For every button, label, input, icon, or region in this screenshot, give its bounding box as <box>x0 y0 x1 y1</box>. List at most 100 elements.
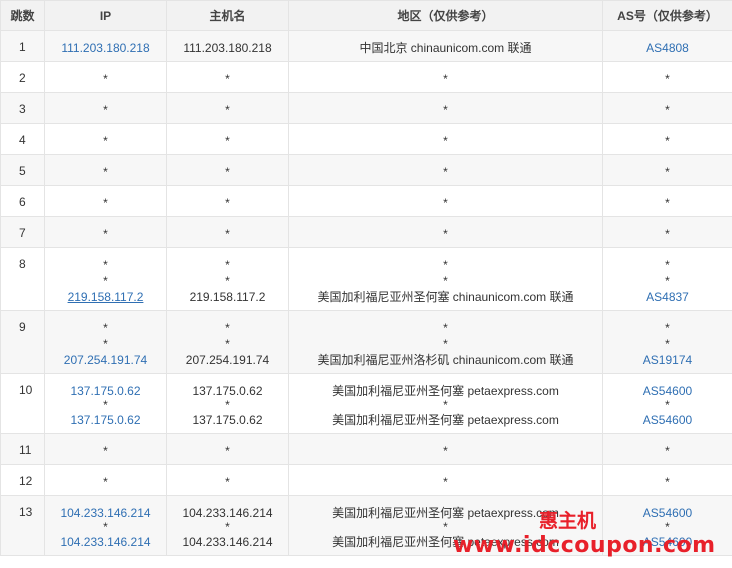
ip-cell: * <box>44 92 167 124</box>
ip-cell: * * 207.254.191.74 <box>44 310 167 374</box>
as-number-cell: * <box>602 92 732 124</box>
timeout-marker: * <box>665 227 670 241</box>
timeout-marker: * <box>665 165 670 179</box>
region-text: 中国北京 chinaunicom.com 联通 <box>359 41 532 55</box>
as-number-cell: * <box>602 216 732 248</box>
timeout-marker: * <box>443 444 448 458</box>
as-number-link[interactable]: AS54600 <box>603 505 732 521</box>
as-number-cell: AS54600 * AS54600 <box>602 373 732 434</box>
timeout-marker: * <box>103 321 108 335</box>
timeout-marker: * <box>103 72 108 86</box>
timeout-marker: * <box>443 103 448 117</box>
table-row: 5 * * * * <box>0 154 732 186</box>
timeout-marker: * <box>225 196 230 210</box>
as-number-link[interactable]: AS54600 <box>603 412 732 428</box>
hop-number: 7 <box>0 216 45 248</box>
ip-link[interactable]: 207.254.191.74 <box>45 352 166 368</box>
region-cell: * <box>288 433 603 465</box>
as-number-cell: * <box>602 123 732 155</box>
region-cell: * <box>288 123 603 155</box>
timeout-marker: * <box>103 165 108 179</box>
timeout-marker: * <box>443 134 448 148</box>
timeout-marker: * <box>665 274 670 288</box>
timeout-marker: * <box>443 321 448 335</box>
as-number-link[interactable]: AS19174 <box>603 352 732 368</box>
as-number-cell: * * AS4837 <box>602 247 732 311</box>
table-row: 4 * * * * <box>0 123 732 155</box>
host-text: 104.233.146.214 <box>182 506 273 520</box>
timeout-marker: * <box>665 398 670 412</box>
ip-link[interactable]: 219.158.117.2 <box>45 289 166 305</box>
timeout-marker: * <box>443 337 448 351</box>
region-cell: * <box>288 92 603 124</box>
as-number-link[interactable]: AS54600 <box>603 383 732 399</box>
as-number-cell: AS4808 <box>602 30 732 62</box>
region-text: 美国加利福尼亚州圣何塞 petaexpress.com <box>332 413 559 427</box>
as-number-link[interactable]: AS4808 <box>603 40 732 56</box>
hop-number: 1 <box>0 30 45 62</box>
hostname-cell: * <box>166 61 289 93</box>
region-cell: 中国北京 chinaunicom.com 联通 <box>288 30 603 62</box>
timeout-marker: * <box>225 103 230 117</box>
timeout-marker: * <box>103 398 108 412</box>
table-row: 11 * * * * <box>0 433 732 465</box>
column-header-ip: IP <box>44 0 167 31</box>
table-header-row: 跳数 IP 主机名 地区（仅供参考） AS号（仅供参考） <box>0 0 732 31</box>
region-text: 美国加利福尼亚州圣何塞 chinaunicom.com 联通 <box>317 290 574 304</box>
ip-link[interactable]: 137.175.0.62 <box>45 383 166 399</box>
timeout-marker: * <box>103 103 108 117</box>
timeout-marker: * <box>443 398 448 412</box>
ip-link[interactable]: 104.233.146.214 <box>45 505 166 521</box>
table-row: 10 137.175.0.62 * 137.175.0.62 137.175.0.62 *… <box>0 373 732 434</box>
timeout-marker: * <box>225 274 230 288</box>
ip-cell: * <box>44 61 167 93</box>
timeout-marker: * <box>103 134 108 148</box>
hop-number: 4 <box>0 123 45 155</box>
table-body: 1 111.203.180.218 111.203.180.218 中国北京 chin… <box>0 30 732 556</box>
timeout-marker: * <box>665 72 670 86</box>
ip-link[interactable]: 111.203.180.218 <box>45 40 166 56</box>
column-header-hop: 跳数 <box>0 0 45 31</box>
timeout-marker: * <box>225 475 230 489</box>
hostname-cell: 111.203.180.218 <box>166 30 289 62</box>
timeout-marker: * <box>103 258 108 272</box>
timeout-marker: * <box>665 103 670 117</box>
hostname-cell: * * 207.254.191.74 <box>166 310 289 374</box>
timeout-marker: * <box>443 227 448 241</box>
region-cell: * <box>288 185 603 217</box>
timeout-marker: * <box>443 274 448 288</box>
timeout-marker: * <box>443 72 448 86</box>
timeout-marker: * <box>225 337 230 351</box>
hop-number: 10 <box>0 373 45 434</box>
hostname-cell: * <box>166 433 289 465</box>
host-text: 111.203.180.218 <box>183 41 272 55</box>
hostname-cell: * <box>166 464 289 496</box>
timeout-marker: * <box>665 258 670 272</box>
timeout-marker: * <box>665 337 670 351</box>
hostname-cell: * <box>166 123 289 155</box>
host-text: 137.175.0.62 <box>192 413 263 427</box>
host-text: 104.233.146.214 <box>182 535 273 549</box>
timeout-marker: * <box>225 444 230 458</box>
traceroute-table: 跳数 IP 主机名 地区（仅供参考） AS号（仅供参考） 1 111.203.18… <box>0 0 732 556</box>
column-header-hostname: 主机名 <box>166 0 289 31</box>
ip-cell: 111.203.180.218 <box>44 30 167 62</box>
hop-number: 3 <box>0 92 45 124</box>
table-row: 9 * * 207.254.191.74 * * 207.254.191.74 * * 美国加利福… <box>0 310 732 374</box>
host-text: 207.254.191.74 <box>185 353 270 367</box>
timeout-marker: * <box>443 475 448 489</box>
region-cell: * <box>288 216 603 248</box>
hop-number: 13 <box>0 495 45 556</box>
table-row: 8 * * 219.158.117.2 * * 219.158.117.2 * * 美国加利福尼亚… <box>0 247 732 311</box>
hop-number: 12 <box>0 464 45 496</box>
column-header-region: 地区（仅供参考） <box>288 0 603 31</box>
hostname-cell: 137.175.0.62 * 137.175.0.62 <box>166 373 289 434</box>
as-number-link[interactable]: AS4837 <box>603 289 732 305</box>
hop-number: 5 <box>0 154 45 186</box>
hostname-cell: * * 219.158.117.2 <box>166 247 289 311</box>
ip-link[interactable]: 104.233.146.214 <box>45 534 166 550</box>
ip-link[interactable]: 137.175.0.62 <box>45 412 166 428</box>
table-row: 3 * * * * <box>0 92 732 124</box>
hop-number: 11 <box>0 433 45 465</box>
as-number-cell: * <box>602 185 732 217</box>
